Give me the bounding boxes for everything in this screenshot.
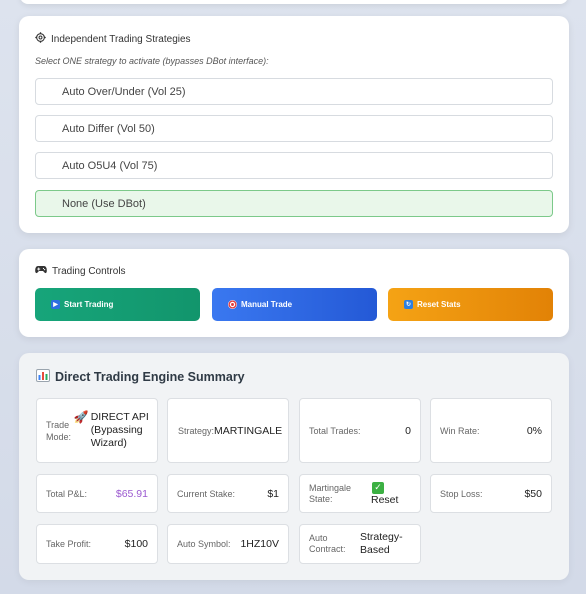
option-label: None (Use DBot) xyxy=(62,197,146,210)
reset-stats-button[interactable]: ↻ Reset Stats xyxy=(388,288,553,321)
strategies-subtitle: Select ONE strategy to activate (bypasse… xyxy=(35,56,269,66)
strategy-inline: Strategy: MARTINGALE xyxy=(178,425,282,437)
gear-icon xyxy=(35,32,46,46)
total-pnl-value: $65.91 xyxy=(115,487,148,500)
strategy-option-differ[interactable]: Auto Differ (Vol 50) xyxy=(35,115,553,142)
controls-title: Trading Controls xyxy=(52,265,126,277)
summary-title: Direct Trading Engine Summary xyxy=(55,370,245,384)
auto-symbol-label: Auto Symbol: xyxy=(177,539,231,549)
previous-panel-edge xyxy=(20,0,568,4)
target-icon xyxy=(228,300,237,309)
total-pnl-label: Total P&L: xyxy=(46,488,88,499)
strategy-option-o5u4[interactable]: Auto O5U4 (Vol 75) xyxy=(35,152,553,179)
auto-symbol-value: 1HZ10V xyxy=(240,538,279,550)
auto-contract-label: Auto Contract: xyxy=(309,533,346,554)
win-rate-label: Win Rate: xyxy=(440,425,480,436)
refresh-icon: ↻ xyxy=(404,300,413,309)
strategy-value: MARTINGALE xyxy=(214,424,283,437)
reset-stats-label: Reset Stats xyxy=(417,300,461,309)
play-icon: ▶ xyxy=(51,300,60,309)
controls-header: Trading Controls xyxy=(35,265,126,277)
gamepad-icon xyxy=(35,265,47,277)
current-stake-label: Current Stake: xyxy=(177,488,236,499)
strategy-label: Strategy: xyxy=(178,425,215,436)
start-trading-label: Start Trading xyxy=(64,300,114,309)
strategy-option-none[interactable]: None (Use DBot) xyxy=(35,190,553,217)
manual-trade-button[interactable]: Manual Trade xyxy=(212,288,377,321)
strategy-option-over-under[interactable]: Auto Over/Under (Vol 25) xyxy=(35,78,553,105)
controls-panel: Trading Controls ▶ Start Trading Manual … xyxy=(19,249,569,337)
trade-mode-label: Trade Mode: xyxy=(46,419,72,442)
total-trades-value: 0 xyxy=(405,424,411,437)
martingale-state-value-wrap: ✓ Reset xyxy=(371,481,399,506)
start-trading-button[interactable]: ▶ Start Trading xyxy=(35,288,200,321)
current-stake-value: $1 xyxy=(267,487,279,500)
current-stake-stat: Current Stake: $1 xyxy=(167,474,289,513)
martingale-state-label: Martingale State: xyxy=(309,482,352,504)
strategies-header: Independent Trading Strategies xyxy=(35,32,191,46)
auto-contract-value: Strategy-Based xyxy=(360,531,403,556)
option-label: Auto O5U4 (Vol 75) xyxy=(62,159,158,172)
summary-header: Direct Trading Engine Summary xyxy=(36,369,245,385)
rocket-icon: 🚀 xyxy=(73,410,89,424)
strategies-panel: Independent Trading Strategies Select ON… xyxy=(19,16,569,233)
win-rate-stat: Win Rate: 0% xyxy=(430,398,552,463)
total-pnl-stat: Total P&L: $65.91 xyxy=(36,474,158,513)
bar-chart-icon xyxy=(36,369,50,385)
total-trades-stat: Total Trades: 0 xyxy=(299,398,421,463)
option-label: Auto Over/Under (Vol 25) xyxy=(62,85,186,98)
strategies-title: Independent Trading Strategies xyxy=(51,33,191,45)
auto-contract-stat: Auto Contract: Strategy-Based xyxy=(299,524,421,564)
stop-loss-value: $50 xyxy=(524,487,542,500)
strategy-stat: Strategy: MARTINGALE xyxy=(167,398,289,463)
martingale-state-value: Reset xyxy=(371,493,399,506)
total-trades-label: Total Trades: xyxy=(309,425,361,436)
option-label: Auto Differ (Vol 50) xyxy=(62,122,155,135)
stop-loss-label: Stop Loss: xyxy=(440,488,483,499)
trade-mode-value-wrap: 🚀 DIRECT API (Bypassing Wizard) xyxy=(74,411,151,450)
trade-mode-value: DIRECT API (Bypassing Wizard) xyxy=(90,411,149,449)
stop-loss-stat: Stop Loss: $50 xyxy=(430,474,552,513)
engine-summary-panel: Direct Trading Engine Summary Trade Mode… xyxy=(19,353,569,580)
take-profit-label: Take Profit: xyxy=(46,539,92,549)
martingale-state-stat: Martingale State: ✓ Reset xyxy=(299,474,421,513)
check-icon: ✓ xyxy=(372,481,384,494)
manual-trade-label: Manual Trade xyxy=(241,300,293,309)
auto-symbol-stat: Auto Symbol: 1HZ10V xyxy=(167,524,289,564)
take-profit-value: $100 xyxy=(124,538,148,550)
trade-mode-stat: Trade Mode: 🚀 DIRECT API (Bypassing Wiza… xyxy=(36,398,158,463)
take-profit-stat: Take Profit: $100 xyxy=(36,524,158,564)
win-rate-value: 0% xyxy=(526,424,542,437)
